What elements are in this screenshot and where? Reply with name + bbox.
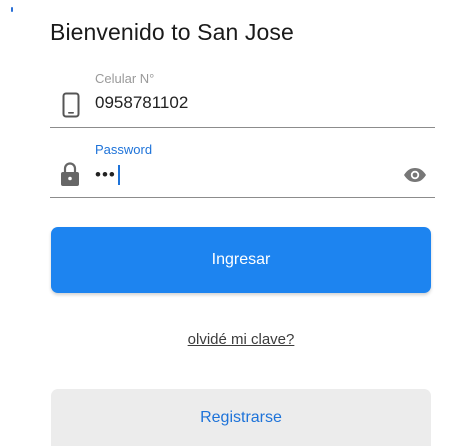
text-cursor bbox=[117, 165, 120, 185]
lock-icon bbox=[61, 162, 79, 186]
password-label: Password bbox=[95, 142, 153, 157]
status-indicator bbox=[11, 7, 13, 12]
smartphone-icon bbox=[62, 92, 80, 118]
forgot-password-row: olvidé mi clave? bbox=[0, 331, 455, 349]
forgot-password-link[interactable]: olvidé mi clave? bbox=[188, 331, 295, 348]
page-title: Bienvenido to San Jose bbox=[50, 19, 294, 45]
password-masked-value: ••• bbox=[95, 165, 116, 184]
password-input[interactable]: ••• bbox=[95, 165, 120, 185]
login-button[interactable]: Ingresar bbox=[51, 227, 431, 293]
phone-input[interactable]: 0958781102 bbox=[95, 93, 188, 113]
eye-icon[interactable] bbox=[403, 167, 427, 183]
register-button[interactable]: Registrarse bbox=[51, 389, 431, 446]
password-field[interactable]: Password ••• bbox=[50, 141, 435, 198]
phone-label: Celular N° bbox=[95, 71, 155, 86]
phone-field[interactable]: Celular N° 0958781102 bbox=[50, 70, 435, 128]
